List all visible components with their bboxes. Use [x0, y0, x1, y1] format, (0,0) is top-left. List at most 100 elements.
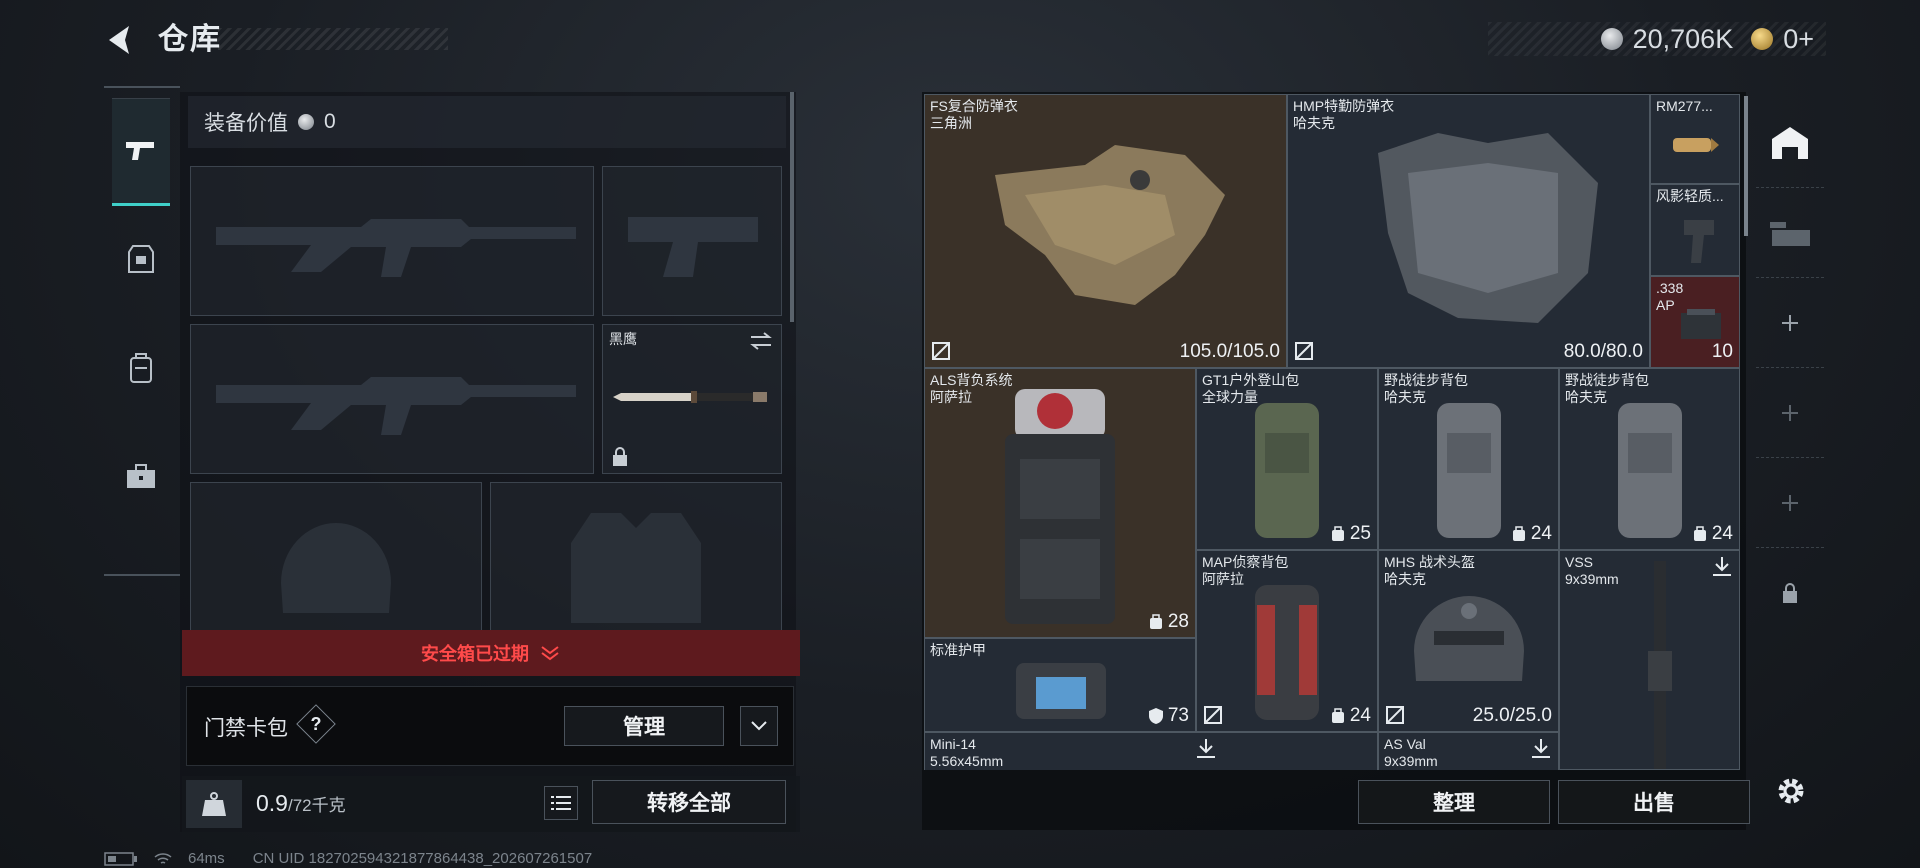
stock-icon — [1684, 220, 1714, 263]
item-capacity: 25 — [1330, 523, 1371, 545]
item-field-backpack[interactable]: 野战徒步背包 哈夫克 24 — [1559, 368, 1740, 550]
storage-tab-add[interactable] — [1756, 368, 1824, 458]
green-backpack-icon — [1255, 403, 1319, 538]
rifle-silhouette-icon — [216, 377, 576, 435]
gear-icon — [1778, 778, 1804, 804]
weight-text: 0.9/72千克 — [256, 790, 346, 817]
storage-tab-main[interactable] — [1756, 98, 1824, 188]
item-mhs-helmet[interactable]: MHS 战术头盔 哈夫克 25.0/25.0 — [1378, 550, 1559, 732]
body-armor-slot[interactable] — [490, 482, 782, 632]
storage-tab-add[interactable] — [1756, 458, 1824, 548]
settings-button[interactable] — [1766, 766, 1816, 816]
item-mini14-rifle[interactable]: Mini-14 5.56x45mm — [924, 732, 1378, 770]
vest-silhouette-icon — [571, 513, 701, 623]
silver-coin-icon — [298, 114, 314, 130]
helmet-silhouette-icon — [281, 523, 391, 613]
item-hmp-vest[interactable]: HMP特勤防弹衣 哈夫克 80.0/80.0 — [1287, 94, 1650, 368]
melee-slot[interactable]: 黑鹰 — [602, 324, 782, 474]
item-capacity: 28 — [1148, 611, 1189, 633]
item-338-ap-ammo[interactable]: .338 AP 10 — [1650, 276, 1740, 368]
download-icon — [1197, 739, 1215, 758]
armor-plate-case-icon — [1016, 663, 1106, 719]
sell-button[interactable]: 出售 — [1558, 780, 1750, 824]
weapon-crate-icon — [1770, 221, 1810, 246]
armor-icon — [128, 245, 154, 273]
storage-tab-add[interactable] — [1756, 278, 1824, 368]
storage-tab-locked[interactable] — [1756, 548, 1824, 638]
item-field-backpack[interactable]: 野战徒步背包 哈夫克 24 — [1378, 368, 1559, 550]
item-name: 风影轻质... — [1656, 188, 1724, 204]
item-name: FS复合防弹衣 三角洲 — [930, 98, 1018, 131]
tab-case[interactable] — [112, 422, 170, 530]
help-icon[interactable]: ? — [302, 710, 330, 738]
keycard-wallet-label: 门禁卡包 — [204, 717, 288, 740]
primary-weapon-slot[interactable] — [190, 166, 594, 316]
item-standard-armor[interactable]: 标准护甲 73 — [924, 638, 1196, 732]
pistol-icon — [126, 142, 154, 160]
silver-coin-icon — [1600, 28, 1623, 50]
rifle-silhouette-icon — [216, 219, 576, 277]
sort-button[interactable]: 整理 — [1358, 780, 1550, 824]
pistol-silhouette-icon — [628, 217, 758, 277]
item-als-backpack[interactable]: ALS背负系统 阿萨拉 28 — [924, 368, 1196, 638]
battery-icon — [104, 851, 137, 866]
item-durability: 80.0/80.0 — [1563, 341, 1643, 362]
pistol-slot[interactable] — [602, 166, 782, 316]
tab-weapons[interactable] — [112, 98, 170, 206]
item-fs-vest[interactable]: FS复合防弹衣 三角洲 105.0/105.0 — [924, 94, 1287, 368]
toolbox-icon — [127, 464, 155, 488]
list-icon — [551, 796, 571, 810]
gold-amount[interactable]: 0+ — [1783, 24, 1814, 55]
item-capacity: 24 — [1692, 523, 1733, 545]
equipment-scrollbar[interactable] — [790, 92, 794, 322]
lock-icon — [613, 447, 627, 466]
storage-scrollbar[interactable] — [1744, 96, 1748, 236]
item-map-backpack[interactable]: MAP侦察背包 阿萨拉 24 — [1196, 550, 1378, 732]
transfer-all-button[interactable]: 转移全部 — [592, 780, 786, 824]
equipment-value: 装备价值 0 — [188, 96, 786, 148]
melee-slot-name: 黑鹰 — [609, 331, 637, 347]
download-icon — [1713, 557, 1731, 576]
helmet-slot[interactable] — [190, 482, 482, 632]
gray-backpack-icon — [1618, 403, 1682, 538]
red-backpack-icon — [1255, 585, 1319, 720]
weight-kg-icon — [202, 792, 226, 816]
item-durability: 105.0/105.0 — [1179, 341, 1280, 362]
status-bar: 64ms CN UID 1827025943218778644​38_20260… — [104, 850, 592, 867]
no-repair-icon — [1386, 706, 1404, 724]
backpack-capacity-icon — [1331, 526, 1344, 541]
category-tabs — [104, 86, 180, 576]
equipment-value-amount: 0 — [324, 110, 336, 133]
wifi-icon — [154, 852, 172, 864]
knife-icon — [613, 391, 767, 403]
tab-backpack[interactable] — [112, 314, 170, 422]
back-arrow-icon — [109, 26, 129, 54]
item-fengying-stock[interactable]: 风影轻质... — [1650, 184, 1740, 276]
no-repair-icon — [1295, 342, 1313, 360]
manage-button[interactable]: 管理 — [564, 706, 724, 746]
manage-dropdown-button[interactable] — [740, 706, 778, 746]
item-name: VSS 9x39mm — [1565, 554, 1619, 587]
item-as-val-rifle[interactable]: AS Val 9x39mm — [1378, 732, 1559, 770]
currency-bar: 20,706K 0+ — [1488, 22, 1826, 56]
ping-text: 64ms — [188, 850, 225, 867]
secondary-weapon-slot[interactable] — [190, 324, 594, 474]
list-view-button[interactable] — [544, 786, 578, 820]
back-button[interactable] — [100, 20, 140, 60]
title-decoration — [218, 28, 448, 50]
no-repair-icon — [1204, 706, 1222, 724]
item-vss-rifle[interactable]: VSS 9x39mm — [1559, 550, 1740, 770]
silver-amount: 20,706K — [1632, 23, 1734, 54]
backpack-capacity-icon — [1331, 708, 1344, 723]
backpack-capacity-icon — [1149, 614, 1162, 629]
item-rm277-ammo[interactable]: RM277... — [1650, 94, 1740, 184]
storage-tab-weapons[interactable] — [1756, 188, 1824, 278]
swap-icon[interactable] — [749, 331, 773, 351]
storage-grid: FS复合防弹衣 三角洲 105.0/105.0 HMP特勤防弹衣 哈夫克 80.0/… — [924, 94, 1740, 770]
safebox-expired-banner[interactable]: 安全箱已过期 — [182, 630, 800, 676]
gold-coin-icon — [1751, 28, 1774, 50]
tab-armor[interactable] — [112, 206, 170, 314]
item-gt1-backpack[interactable]: GT1户外登山包 全球力量 25 — [1196, 368, 1378, 550]
shield-icon — [1148, 708, 1163, 724]
plus-icon — [1782, 314, 1798, 331]
